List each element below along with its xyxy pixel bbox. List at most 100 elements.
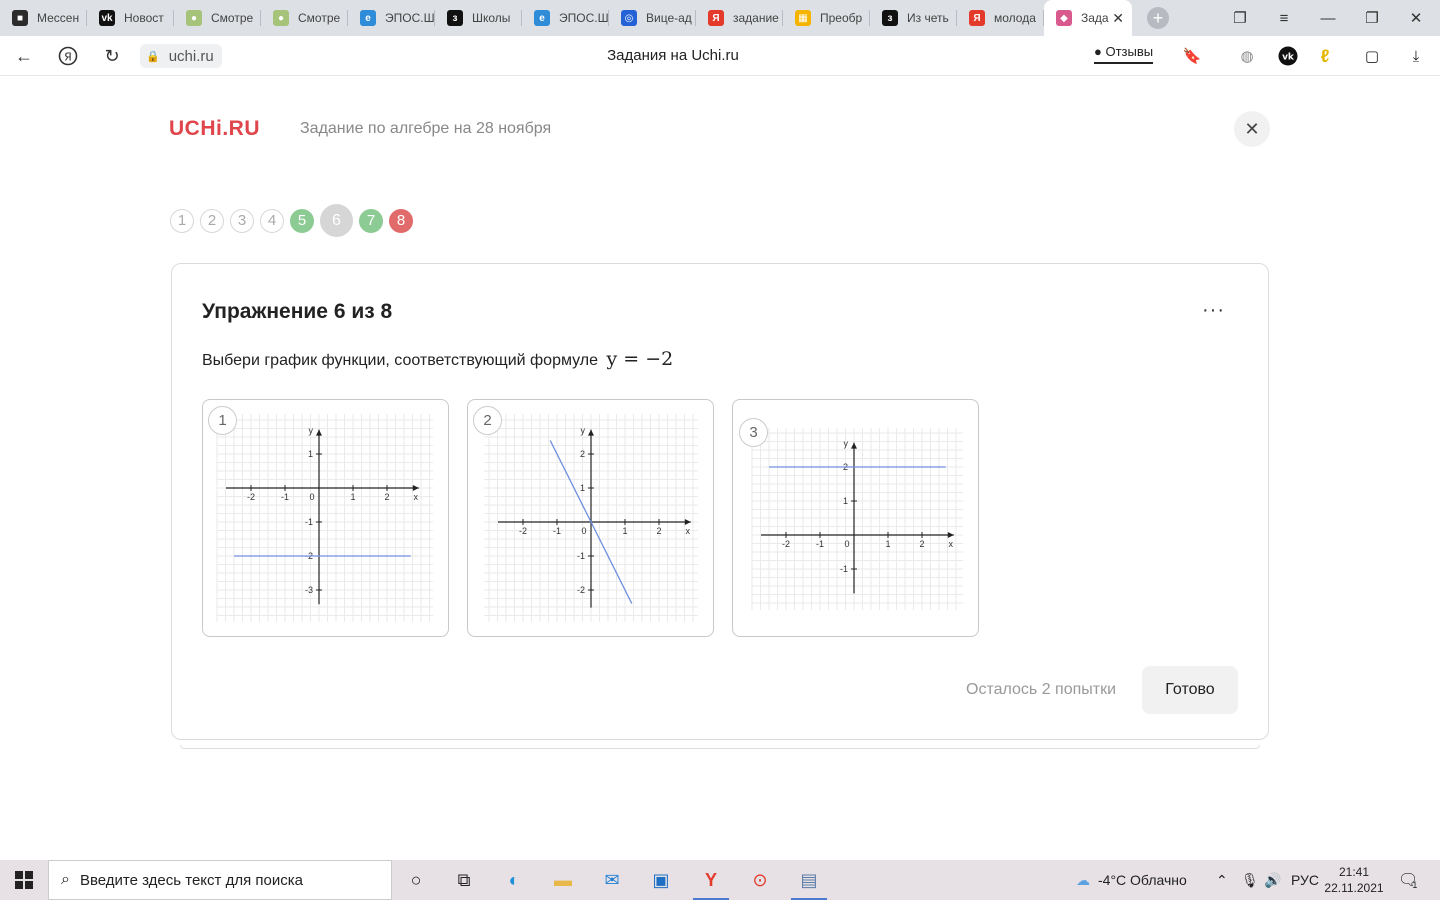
- browser-tab[interactable]: vk Новост: [87, 0, 174, 36]
- browser-tab[interactable]: з Школы: [435, 0, 522, 36]
- bookmark-icon[interactable]: 🔖: [1180, 44, 1204, 68]
- volume-icon[interactable]: 🔊: [1264, 860, 1281, 900]
- close-window-button[interactable]: ✕: [1394, 0, 1438, 36]
- browser-tab[interactable]: ◆ Зада ✕: [1044, 0, 1132, 36]
- browser-icon: ◎: [621, 10, 637, 26]
- yandex-icon: Я: [969, 10, 985, 26]
- question-text: Выбери график функции, соответствующий ф…: [202, 348, 673, 370]
- notifications-icon[interactable]: 🗨 1: [1398, 860, 1418, 900]
- vk-extension-icon[interactable]: vk: [1276, 44, 1300, 68]
- video-icon: ●: [273, 10, 289, 26]
- x-tick-label: 0: [581, 526, 586, 536]
- search-placeholder: Введите здесь текст для поиска: [79, 871, 303, 889]
- edge-icon[interactable]: ◐: [490, 860, 538, 900]
- tab-label: Новост: [124, 11, 164, 25]
- browser-tab[interactable]: ● Смотре: [174, 0, 261, 36]
- close-task-button[interactable]: ✕: [1234, 111, 1270, 147]
- x-tick-label: x: [686, 526, 691, 536]
- browser-tab[interactable]: ■ Мессен: [0, 0, 87, 36]
- tab-label: Вице-ад: [646, 11, 692, 25]
- uchi-logo[interactable]: UCHi.RU: [169, 117, 260, 141]
- x-tick-label: 2: [656, 526, 661, 536]
- y-tick-label: -1: [840, 564, 848, 574]
- microphone-icon[interactable]: 🎙: [1241, 860, 1259, 900]
- question-formula: y = −2: [606, 348, 674, 370]
- task-title: Задание по алгебре на 28 ноября: [300, 120, 552, 137]
- minimize-button[interactable]: —: [1306, 0, 1350, 36]
- step-6[interactable]: 6: [320, 204, 353, 237]
- x-axis-arrow: [947, 532, 954, 538]
- collections-icon[interactable]: ▢: [1360, 44, 1384, 68]
- y-tick-label: -3: [305, 585, 313, 595]
- globe-icon[interactable]: ◍: [1235, 44, 1259, 68]
- search-icon: ⌕: [61, 871, 70, 888]
- bonus-extension-icon[interactable]: ℓ: [1313, 44, 1337, 68]
- answer-option-2[interactable]: 2 -2 -1 0 1 2 x y 2 1 -1 -2: [467, 399, 714, 637]
- file-explorer-icon[interactable]: ▬: [539, 860, 587, 900]
- windows-icon: ▦: [795, 10, 811, 26]
- taskbar-search-input[interactable]: ⌕ Введите здесь текст для поиска: [48, 860, 392, 900]
- x-tick-label: x: [949, 539, 954, 549]
- question-label: Выбери график функции, соответствующий ф…: [202, 352, 599, 369]
- y-axis-arrow: [851, 442, 857, 449]
- y-tick-label: y: [844, 439, 849, 449]
- browser-tab[interactable]: Язадание: [696, 0, 783, 36]
- speech-bubble-icon: ●: [1094, 44, 1102, 59]
- close-tab-icon[interactable]: ✕: [1112, 10, 1124, 27]
- graph-option-2: -2 -1 0 1 2 x y 2 1 -1 -2: [484, 414, 698, 622]
- yandex-browser-icon[interactable]: Y: [687, 860, 735, 900]
- browser-tab[interactable]: ● Смотре: [261, 0, 348, 36]
- x-tick-label: 1: [622, 526, 627, 536]
- answer-option-1[interactable]: 1 -2 -1 0 1 2 x y 1 -1 -2 -3: [202, 399, 449, 637]
- graph-option-1: -2 -1 0 1 2 xy1-1-2-3: [216, 414, 433, 622]
- browser-tab[interactable]: ▦ Преобр: [783, 0, 870, 36]
- answer-option-3[interactable]: 3 -2-1012xy21-1: [732, 399, 979, 637]
- browser-tab[interactable]: ◎ Вице-ад: [609, 0, 696, 36]
- x-tick-label: 2: [919, 539, 924, 549]
- y-axis-arrow: [588, 429, 594, 436]
- more-options-icon[interactable]: ···: [1202, 299, 1225, 322]
- step-7[interactable]: 7: [359, 208, 383, 233]
- download-icon[interactable]: ⤓: [1404, 44, 1428, 68]
- browser-tab[interactable]: e ЭПОС.Ш: [348, 0, 435, 36]
- tab-label: Зада: [1081, 11, 1109, 25]
- windows-start-icon[interactable]: [0, 860, 48, 900]
- y-axis-arrow: [316, 429, 322, 436]
- restore-button[interactable]: ❐: [1350, 0, 1394, 36]
- store-icon[interactable]: ▣: [637, 860, 685, 900]
- mail-icon[interactable]: ✉: [588, 860, 636, 900]
- tab-list: ■ Мессен vk Новост ● Смотре ● Смотре e ЭПОС.Ш з Шко…: [0, 0, 1132, 36]
- step-8[interactable]: 8: [389, 208, 413, 233]
- edge-icon: e: [360, 10, 376, 26]
- task-view-icon[interactable]: ⧉: [440, 860, 488, 900]
- tab-strip: ■ Мессен vk Новост ● Смотре ● Смотре e ЭПОС.Ш з Шко…: [0, 0, 1440, 36]
- tab-manager-icon[interactable]: ❐: [1218, 0, 1262, 36]
- y-tick-label: 1: [843, 496, 848, 506]
- reviews-button[interactable]: ● Отзывы: [1094, 44, 1154, 64]
- x-tick-label: 0: [309, 492, 314, 502]
- clock[interactable]: 21:41 22.11.2021: [1318, 864, 1390, 896]
- notification-count: 1: [1412, 880, 1418, 890]
- cortana-icon[interactable]: ○: [392, 860, 440, 900]
- done-button[interactable]: Готово: [1142, 666, 1238, 714]
- step-1[interactable]: 1: [170, 208, 194, 233]
- step-2[interactable]: 2: [200, 208, 224, 233]
- tab-label: Смотре: [211, 11, 254, 25]
- tray-overflow-icon[interactable]: ⌃: [1216, 860, 1228, 900]
- browser-tab[interactable]: e ЭПОС.Ш: [522, 0, 609, 36]
- step-5[interactable]: 5: [290, 208, 314, 233]
- language-indicator[interactable]: РУС: [1291, 860, 1319, 900]
- x-tick-label: -1: [281, 492, 289, 502]
- weather-widget[interactable]: ☁ -4°C Облачно: [1076, 860, 1187, 900]
- step-3[interactable]: 3: [230, 208, 254, 233]
- y-tick-label: -1: [577, 551, 585, 561]
- menu-icon[interactable]: ≡: [1262, 0, 1306, 36]
- step-4[interactable]: 4: [260, 208, 284, 233]
- y-tick-label: 1: [580, 483, 585, 493]
- browser-tab[interactable]: Ямолода: [957, 0, 1044, 36]
- image-viewer-icon[interactable]: ▤: [785, 860, 833, 900]
- new-tab-button[interactable]: +: [1147, 7, 1169, 29]
- opera-icon[interactable]: ⊙: [736, 860, 784, 900]
- cloud-icon: ☁: [1076, 871, 1090, 888]
- browser-tab[interactable]: з Из четь: [870, 0, 957, 36]
